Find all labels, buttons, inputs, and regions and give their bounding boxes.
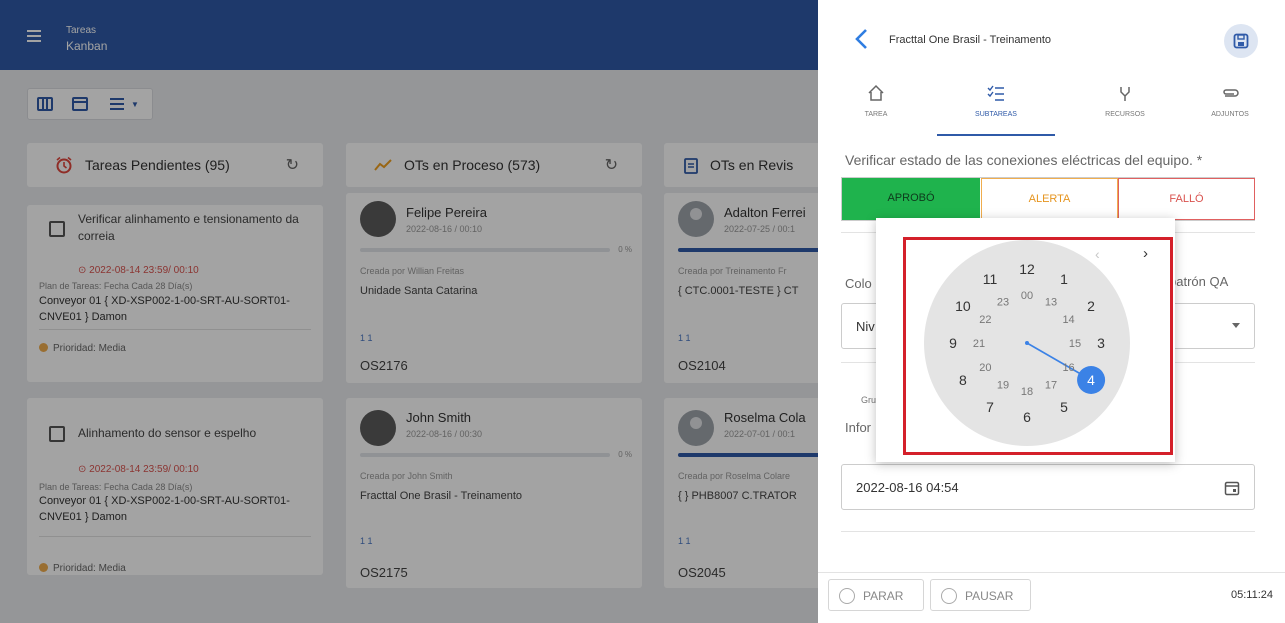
back-icon[interactable] [854,28,868,50]
tab-attachments[interactable]: ADJUNTOS [1190,78,1270,138]
tab-label: TAREA [864,111,888,118]
save-icon [1233,33,1249,49]
tab-label: SUBTAREAS [975,111,1017,118]
datetime-value: 2022-08-16 04:54 [856,480,959,495]
pause-icon [941,588,957,604]
select-value: Niv [856,319,875,334]
tab-label: ADJUNTOS [1211,111,1249,118]
panel-tabs: TAREA SUBTAREAS RECURSOS ADJUNTOS [818,78,1285,138]
tools-icon [1120,87,1130,101]
elapsed-timer: 05:11:24 [1230,589,1273,601]
group-label: Gru [861,395,877,405]
tab-resources[interactable]: RECURSOS [1085,78,1165,138]
panel-footer: PARAR PAUSAR 05:11:24 [818,572,1285,623]
calendar-icon[interactable] [1224,480,1240,496]
highlight-frame [903,237,1173,455]
result-selector: APROBÓ ALERTA FALLÓ [841,177,1255,221]
divider [841,531,1255,532]
info-label: Infor [845,420,872,435]
panel-title: Fracttal One Brasil - Treinamento [889,34,1052,46]
approve-option[interactable]: APROBÓ [842,178,980,220]
save-button[interactable] [1224,24,1258,58]
stop-button[interactable]: PARAR [828,579,924,611]
field-label: Colo [845,276,872,291]
home-icon [868,84,884,101]
fail-option[interactable]: FALLÓ [1118,178,1255,220]
kanban-app: Tareas Kanban ▼ Tareas Pendientes (95) ↻… [0,0,818,623]
modal-backdrop[interactable] [0,0,818,623]
stop-icon [839,588,855,604]
tab-label: RECURSOS [1105,111,1145,118]
pause-button[interactable]: PAUSAR [930,579,1031,611]
checklist-icon [987,85,1004,101]
datetime-field[interactable]: 2022-08-16 04:54 [841,464,1255,510]
chevron-down-icon [1232,323,1240,328]
subtask-question: Verificar estado de las conexiones eléct… [845,152,1203,168]
panel-header: Fracttal One Brasil - Treinamento [818,0,1285,78]
field-label-right: patrón QA [1169,274,1229,289]
tab-task[interactable]: TAREA [841,78,911,138]
alert-option[interactable]: ALERTA [981,178,1118,220]
tab-subtasks[interactable]: SUBTAREAS [937,78,1055,138]
pause-label: PAUSAR [965,589,1014,603]
paperclip-icon [1223,89,1239,97]
stop-label: PARAR [863,589,904,603]
